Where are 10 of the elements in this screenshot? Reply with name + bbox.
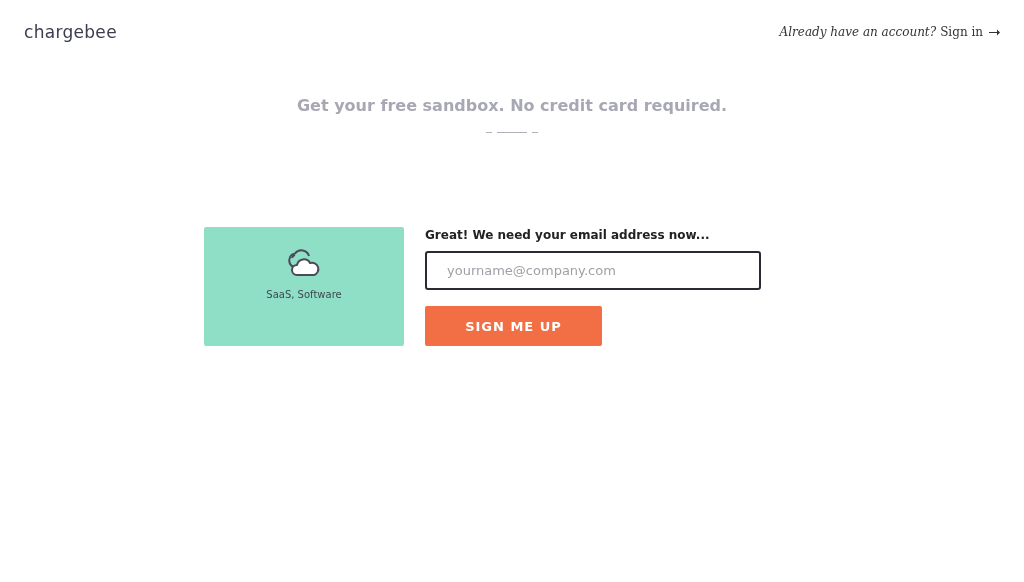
cloud-icon bbox=[286, 249, 322, 277]
category-label: SaaS, Software bbox=[266, 289, 342, 300]
headline: Get your free sandbox. No credit card required. bbox=[295, 96, 729, 115]
email-field[interactable]: yourname@company.com bbox=[425, 251, 761, 290]
form-heading: Great! We need your email address now... bbox=[425, 228, 711, 242]
arrow-icon[interactable] bbox=[989, 28, 1000, 36]
account-prompt: Already have an account? bbox=[779, 25, 937, 39]
sign-in-link[interactable]: Sign in bbox=[940, 25, 983, 39]
logo[interactable]: chargebee bbox=[24, 22, 117, 42]
category-card[interactable]: SaaS, Software bbox=[204, 227, 404, 346]
